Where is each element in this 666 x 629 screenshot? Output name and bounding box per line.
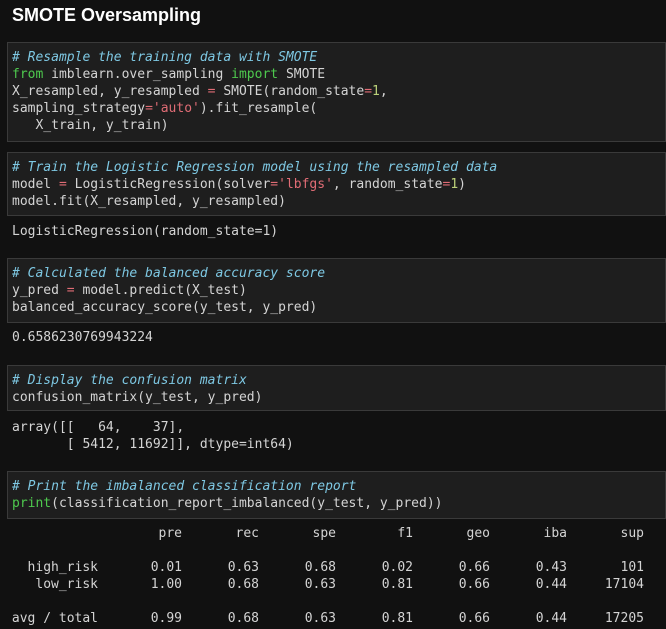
code-text: , random_state xyxy=(332,177,443,192)
output-line: array([[ 64, 37], xyxy=(12,420,185,435)
number-literal: 1 xyxy=(372,84,380,99)
cell-output: LogisticRegression(random_state=1) xyxy=(12,224,279,239)
code-cell-smote[interactable]: # Resample the training data with SMOTE … xyxy=(7,42,666,142)
report-cell: 0.44 xyxy=(535,577,567,592)
operator: = xyxy=(270,177,279,192)
report-cell: 0.66 xyxy=(458,611,490,626)
report-cell: 17104 xyxy=(604,577,644,592)
report-cell: 0.99 xyxy=(150,611,182,626)
report-row-label: avg / total xyxy=(11,611,98,626)
report-header-spe: spe xyxy=(312,526,336,541)
code-text: ).fit_resample( xyxy=(199,101,318,116)
report-cell: 0.01 xyxy=(150,560,182,575)
code-line: # Train the Logistic Regression model us… xyxy=(12,159,665,176)
code-comment: # Resample the training data with SMOTE xyxy=(12,50,318,65)
code-line: from imblearn.over_sampling import SMOTE xyxy=(12,66,665,83)
report-cell: 0.81 xyxy=(381,611,413,626)
code-text: sampling_strategy xyxy=(12,101,146,116)
code-line: y_pred = model.predict(X_test) xyxy=(12,282,665,299)
keyword: import xyxy=(231,67,279,82)
operator: = xyxy=(66,283,75,298)
code-line: print(classification_report_imbalanced(y… xyxy=(12,495,665,512)
report-header-iba: iba xyxy=(543,526,567,541)
code-comment: # Calculated the balanced accuracy score xyxy=(12,266,326,281)
code-text: model xyxy=(12,177,59,192)
code-line: confusion_matrix(y_test, y_pred) xyxy=(12,390,263,405)
code-text: , xyxy=(379,84,388,99)
code-line: X_train, y_train) xyxy=(12,118,169,133)
code-line: X_resampled, y_resampled = SMOTE(random_… xyxy=(12,83,665,100)
report-row-label: high_risk xyxy=(27,560,98,575)
code-text: y_pred xyxy=(12,283,67,298)
code-cell-train-model[interactable]: # Train the Logistic Regression model us… xyxy=(7,152,666,216)
cell-output: 0.6586230769943224 xyxy=(12,330,153,345)
code-line: # Display the confusion matrix xyxy=(12,372,665,389)
report-cell: 0.02 xyxy=(381,560,413,575)
code-text: imblearn.over_sampling xyxy=(43,67,232,82)
report-cell: 101 xyxy=(620,560,644,575)
report-cell: 0.81 xyxy=(381,577,413,592)
cell-output: array([[ 64, 37], [ 5412, 11692]], dtype… xyxy=(12,419,294,453)
operator: = xyxy=(145,101,153,116)
code-text: LogisticRegression(solver xyxy=(66,177,271,192)
section-heading: SMOTE Oversampling xyxy=(12,5,202,25)
code-text: SMOTE xyxy=(278,67,326,82)
code-text: (classification_report_imbalanced(y_test… xyxy=(51,496,443,511)
report-cell: 0.44 xyxy=(535,611,567,626)
code-cell-confusion-matrix[interactable]: # Display the confusion matrix confusion… xyxy=(7,365,666,411)
code-cell-balanced-accuracy[interactable]: # Calculated the balanced accuracy score… xyxy=(7,258,666,323)
code-text: ) xyxy=(458,177,466,192)
code-line: # Resample the training data with SMOTE xyxy=(12,49,665,66)
string-literal: 'lbfgs' xyxy=(278,177,333,192)
report-cell: 0.66 xyxy=(458,577,490,592)
code-text: model.predict(X_test) xyxy=(74,283,247,298)
report-header-geo: geo xyxy=(466,526,490,541)
report-cell: 0.68 xyxy=(304,560,336,575)
code-line: model.fit(X_resampled, y_resampled) xyxy=(12,194,286,209)
report-header-sup: sup xyxy=(620,526,644,541)
report-cell: 0.63 xyxy=(304,611,336,626)
report-header-pre: pre xyxy=(158,526,182,541)
code-line: # Print the imbalanced classification re… xyxy=(12,478,665,495)
code-line: sampling_strategy='auto').fit_resample( xyxy=(12,100,665,117)
operator: = xyxy=(58,177,67,192)
code-line: balanced_accuracy_score(y_test, y_pred) xyxy=(12,300,318,315)
code-text: X_resampled, y_resampled xyxy=(12,84,208,99)
code-comment: # Print the imbalanced classification re… xyxy=(12,479,357,494)
keyword: print xyxy=(12,496,52,511)
report-cell: 0.68 xyxy=(227,611,259,626)
report-cell: 17205 xyxy=(604,611,644,626)
report-header-rec: rec xyxy=(235,526,259,541)
operator: = xyxy=(364,84,373,99)
code-text: SMOTE(random_state xyxy=(215,84,365,99)
number-literal: 1 xyxy=(450,177,459,192)
report-cell: 0.43 xyxy=(535,560,567,575)
report-cell: 1.00 xyxy=(150,577,182,592)
report-cell: 0.63 xyxy=(227,560,259,575)
report-cell: 0.68 xyxy=(227,577,259,592)
report-cell: 0.63 xyxy=(304,577,336,592)
code-comment: # Display the confusion matrix xyxy=(12,373,247,388)
code-comment: # Train the Logistic Regression model us… xyxy=(12,160,498,175)
code-line: model = LogisticRegression(solver='lbfgs… xyxy=(12,176,665,193)
report-cell: 0.66 xyxy=(458,560,490,575)
keyword: from xyxy=(12,67,44,82)
string-literal: 'auto' xyxy=(152,101,200,116)
operator: = xyxy=(207,84,216,99)
code-line: # Calculated the balanced accuracy score xyxy=(12,265,665,282)
code-cell-classification-report[interactable]: # Print the imbalanced classification re… xyxy=(7,471,666,519)
report-header-f1: f1 xyxy=(397,526,413,541)
report-row-label: low_risk xyxy=(35,577,98,592)
output-line: [ 5412, 11692]], dtype=int64) xyxy=(12,437,294,452)
